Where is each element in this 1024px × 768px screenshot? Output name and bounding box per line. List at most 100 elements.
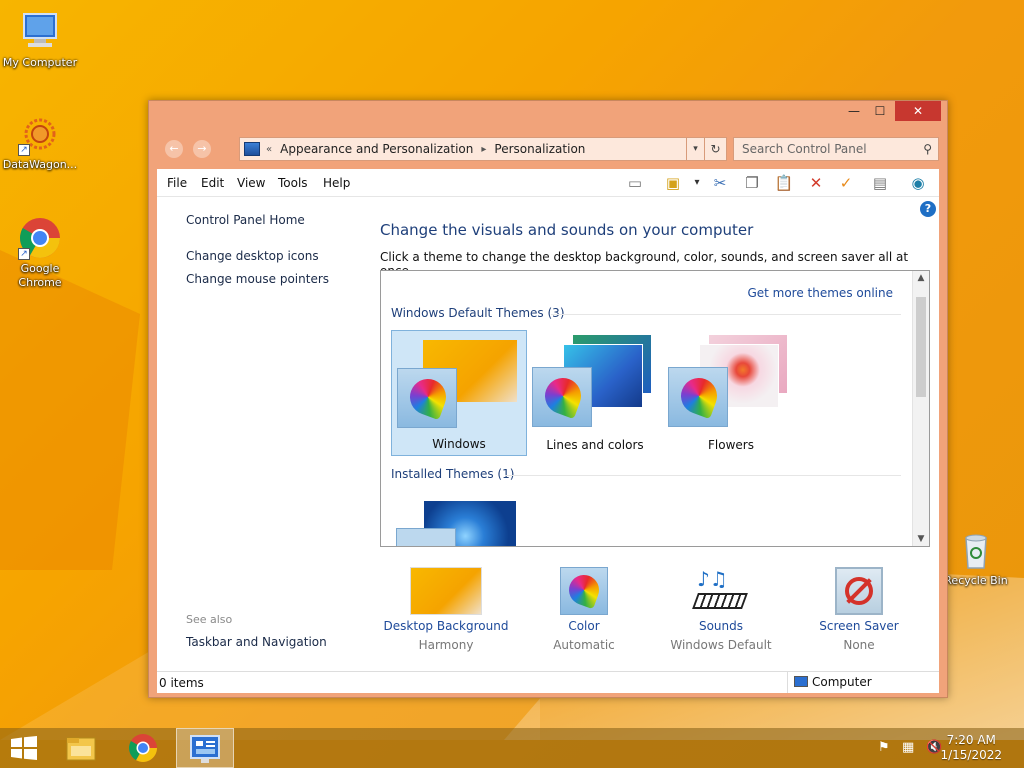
title-bar[interactable]: — ☐ ✕: [149, 101, 947, 129]
screen-saver-link[interactable]: Screen Saver: [789, 619, 929, 633]
breadcrumb-overflow[interactable]: «: [266, 144, 272, 155]
maximize-button[interactable]: ☐: [867, 101, 893, 121]
folder-options-icon[interactable]: ▣: [660, 172, 686, 194]
group-heading-installed: Installed Themes (1): [391, 467, 515, 481]
group-divider: [551, 314, 901, 315]
group-divider: [505, 475, 901, 476]
taskbar-file-explorer[interactable]: [52, 728, 110, 768]
address-bar[interactable]: « Appearance and Personalization ▸ Perso…: [239, 137, 727, 161]
status-location-label: Computer: [812, 675, 872, 689]
close-button[interactable]: ✕: [895, 101, 941, 121]
shortcut-arrow-icon: ↗: [18, 248, 30, 260]
search-icon[interactable]: ⚲: [923, 138, 932, 160]
desktop-background-setting[interactable]: Desktop Background Harmony: [376, 567, 516, 652]
theme-windows[interactable]: Windows: [391, 330, 527, 456]
desktop-background-link[interactable]: Desktop Background: [376, 619, 516, 633]
status-bar: 0 items Computer: [157, 671, 939, 693]
menu-bar: File Edit View Tools Help ▭ ▣ ▾ ✂ ❐ 📋 ✕ …: [157, 169, 939, 197]
address-dropdown-icon[interactable]: ▾: [686, 138, 704, 160]
scroll-down-icon[interactable]: ▼: [913, 534, 929, 544]
help-icon[interactable]: ?: [920, 201, 936, 217]
desktop-icon-my-computer[interactable]: My Computer: [0, 10, 80, 70]
search-input[interactable]: Search Control Panel ⚲: [733, 137, 939, 161]
scroll-thumb[interactable]: [916, 297, 926, 397]
delete-icon[interactable]: ✕: [803, 172, 829, 194]
menu-help[interactable]: Help: [323, 176, 350, 190]
search-placeholder: Search Control Panel: [742, 142, 867, 156]
sounds-setting[interactable]: ♪♫ Sounds Windows Default: [651, 567, 791, 652]
screen-saver-setting[interactable]: Screen Saver None: [789, 567, 929, 652]
color-setting[interactable]: Color Automatic: [514, 567, 654, 652]
theme-lines-and-colors[interactable]: Lines and colors: [527, 330, 663, 456]
computer-icon: [18, 10, 62, 54]
back-button[interactable]: ←: [165, 140, 183, 158]
taskbar-control-panel[interactable]: [176, 728, 234, 768]
see-also-label: See also: [186, 613, 233, 626]
taskbar: ⚑ ▦ 🔇 7:20 AM 1/15/2022: [0, 728, 1024, 768]
chrome-icon: ↗: [18, 216, 62, 260]
color-palette-icon: [396, 528, 456, 546]
desktop-icon-recycle-bin[interactable]: Recycle Bin: [936, 528, 1016, 588]
breadcrumb-personalization[interactable]: Personalization: [494, 142, 585, 156]
control-panel-home-link[interactable]: Control Panel Home: [186, 213, 305, 227]
change-desktop-icons-link[interactable]: Change desktop icons: [186, 249, 319, 263]
theme-flowers[interactable]: Flowers: [663, 330, 799, 456]
change-mouse-pointers-link[interactable]: Change mouse pointers: [186, 272, 329, 286]
page-title: Change the visuals and sounds on your co…: [380, 221, 754, 239]
minimize-button[interactable]: —: [841, 101, 867, 121]
screen-saver-value: None: [843, 638, 875, 652]
taskbar-chrome[interactable]: [114, 728, 172, 768]
sounds-icon: ♪♫: [692, 567, 748, 615]
forward-button[interactable]: →: [193, 140, 211, 158]
paste-icon[interactable]: 📋: [771, 172, 797, 194]
navigation-bar: ← → « Appearance and Personalization ▸ P…: [149, 129, 947, 167]
color-palette-icon: [668, 367, 728, 427]
theme-list-scrollbar[interactable]: ▲ ▼: [912, 271, 929, 546]
desktop-icon-google-chrome[interactable]: ↗ Google Chrome: [0, 216, 80, 290]
undo-check-icon[interactable]: ✓: [833, 172, 859, 194]
breadcrumb-chevron-icon[interactable]: ▸: [481, 144, 486, 155]
recycle-bin-icon: [954, 528, 998, 572]
breadcrumb-appearance[interactable]: Appearance and Personalization: [280, 142, 473, 156]
action-center-flag-icon[interactable]: ⚑: [878, 740, 890, 755]
menu-edit[interactable]: Edit: [201, 176, 224, 190]
layout-icon[interactable]: ▭: [622, 172, 648, 194]
color-value: Automatic: [553, 638, 615, 652]
personalization-window: — ☐ ✕ ← → « Appearance and Personalizati…: [148, 100, 948, 698]
color-palette-icon: [397, 368, 457, 428]
menu-file[interactable]: File: [167, 176, 187, 190]
clock-time: 7:20 AM: [946, 733, 996, 747]
chrome-icon: [129, 734, 157, 762]
desktop-icon-datawagon[interactable]: ↗ DataWagon...: [0, 112, 80, 172]
start-button[interactable]: [10, 736, 38, 760]
clock-date: 1/15/2022: [940, 748, 1002, 762]
windows-logo-icon: [11, 736, 37, 760]
menu-tools[interactable]: Tools: [278, 176, 308, 190]
refresh-icon[interactable]: ↻: [704, 138, 726, 160]
clock[interactable]: 7:20 AM 1/15/2022: [940, 733, 1002, 763]
datawagon-icon: ↗: [18, 112, 62, 156]
properties-icon[interactable]: ▤: [867, 172, 893, 194]
sounds-link[interactable]: Sounds: [651, 619, 791, 633]
menu-view[interactable]: View: [237, 176, 265, 190]
scroll-up-icon[interactable]: ▲: [913, 273, 929, 283]
network-icon[interactable]: ▦: [902, 740, 914, 755]
taskbar-navigation-link[interactable]: Taskbar and Navigation: [186, 635, 327, 649]
theme-label: Windows: [432, 437, 486, 451]
cut-icon[interactable]: ✂: [707, 172, 733, 194]
system-tray: ⚑ ▦ 🔇 7:20 AM 1/15/2022: [864, 728, 1024, 768]
control-panel-icon: [244, 142, 260, 156]
globe-icon[interactable]: ◉: [905, 172, 931, 194]
theme-list[interactable]: Get more themes online Windows Default T…: [380, 270, 930, 547]
theme-label: Lines and colors: [546, 438, 644, 452]
status-location: Computer: [787, 672, 872, 693]
screen-saver-icon: [835, 567, 883, 615]
color-icon: [560, 567, 608, 615]
get-more-themes-link[interactable]: Get more themes online: [747, 286, 893, 300]
theme-installed-windows7[interactable]: [391, 493, 527, 546]
copy-icon[interactable]: ❐: [739, 172, 765, 194]
desktop-background-value: Harmony: [418, 638, 474, 652]
group-heading-default: Windows Default Themes (3): [391, 306, 565, 320]
sounds-value: Windows Default: [670, 638, 772, 652]
color-link[interactable]: Color: [514, 619, 654, 633]
